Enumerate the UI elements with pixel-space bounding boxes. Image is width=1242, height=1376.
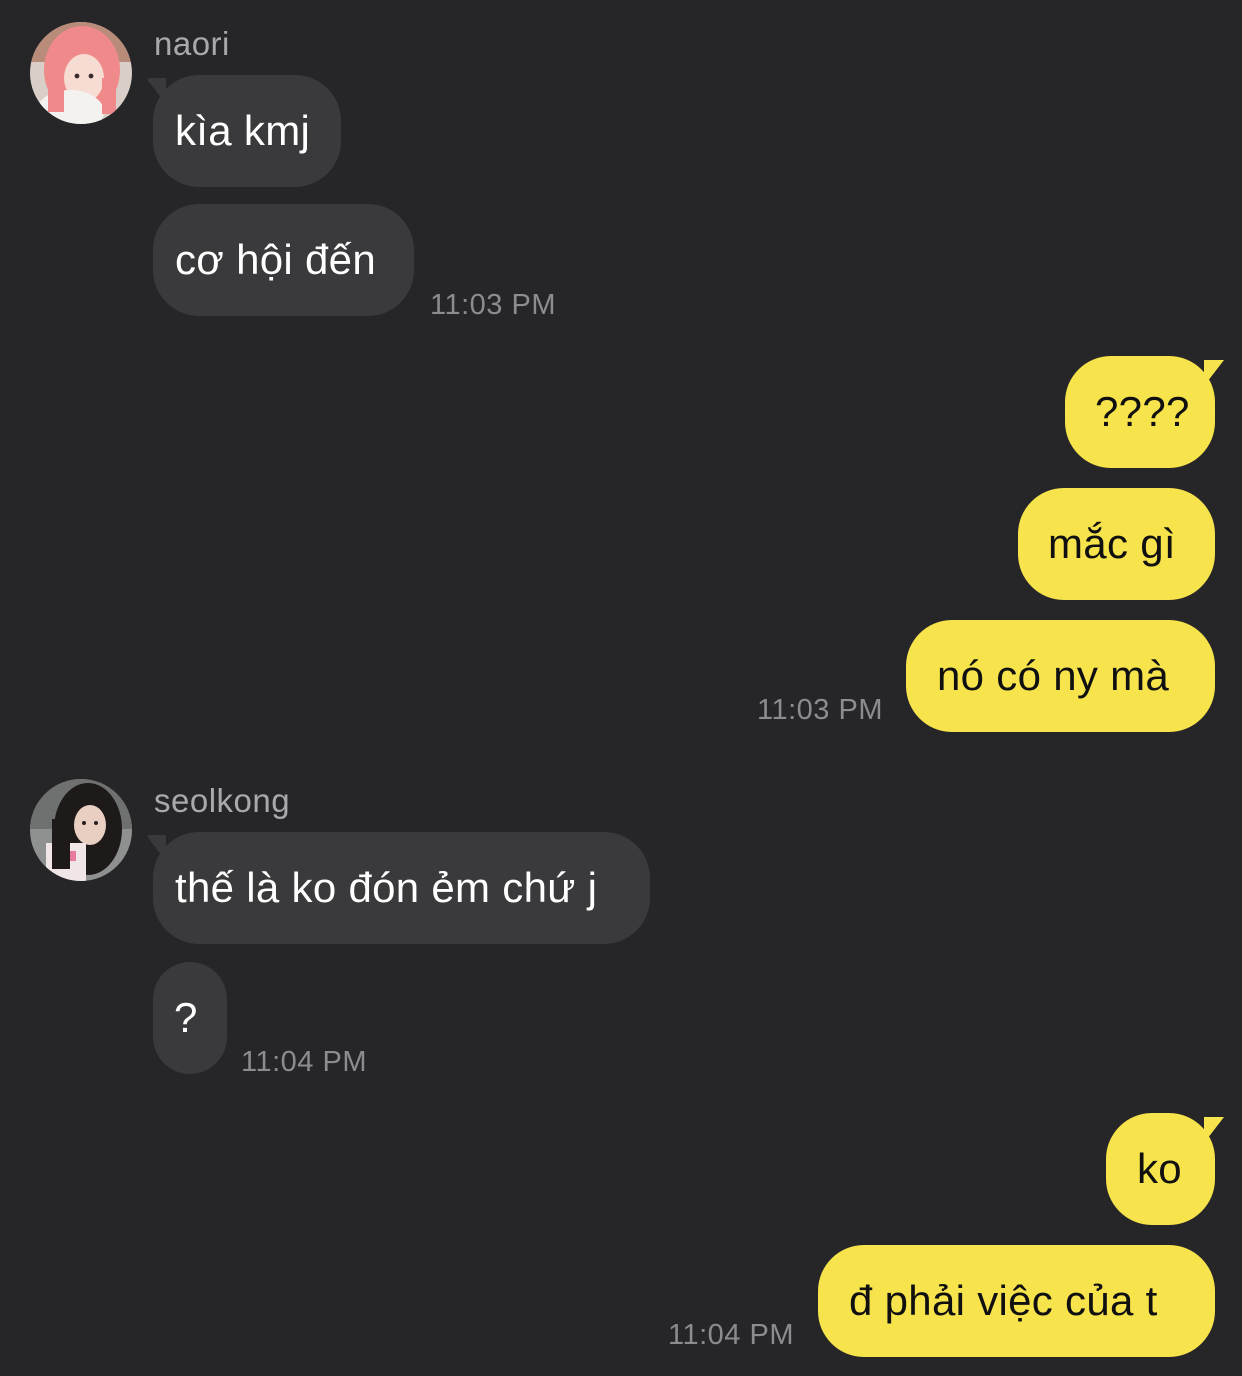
message-timestamp: 11:04 PM [241, 1046, 367, 1078]
sender-name: naori [154, 25, 230, 62]
outgoing-message-bubble[interactable]: đ phải việc của t [818, 1245, 1215, 1357]
incoming-message-bubble[interactable]: ? [153, 962, 227, 1074]
outgoing-message-bubble[interactable]: mắc gì [1018, 488, 1215, 600]
outgoing-message-bubble[interactable]: ko [1106, 1113, 1215, 1225]
incoming-message-bubble[interactable]: kìa kmj [153, 75, 341, 187]
message-timestamp: 11:04 PM [668, 1319, 794, 1351]
profile-photo-dark-hair-icon [30, 779, 132, 881]
sender-name: seolkong [154, 782, 291, 819]
outgoing-message-bubble[interactable]: ???? [1065, 356, 1215, 468]
incoming-message-bubble[interactable]: thế là ko đón ẻm chứ j [153, 832, 650, 944]
seolkong-avatar[interactable] [30, 779, 132, 881]
chat-screen: naori kìa kmj cơ hội đến 11:03 PM ???? m… [0, 0, 1242, 1376]
message-timestamp: 11:03 PM [430, 289, 556, 321]
naori-avatar[interactable] [30, 22, 132, 124]
profile-photo-pink-hair-icon [30, 22, 132, 124]
message-timestamp: 11:03 PM [757, 694, 883, 726]
outgoing-message-bubble[interactable]: nó có ny mà [906, 620, 1215, 732]
incoming-message-bubble[interactable]: cơ hội đến [153, 204, 414, 316]
